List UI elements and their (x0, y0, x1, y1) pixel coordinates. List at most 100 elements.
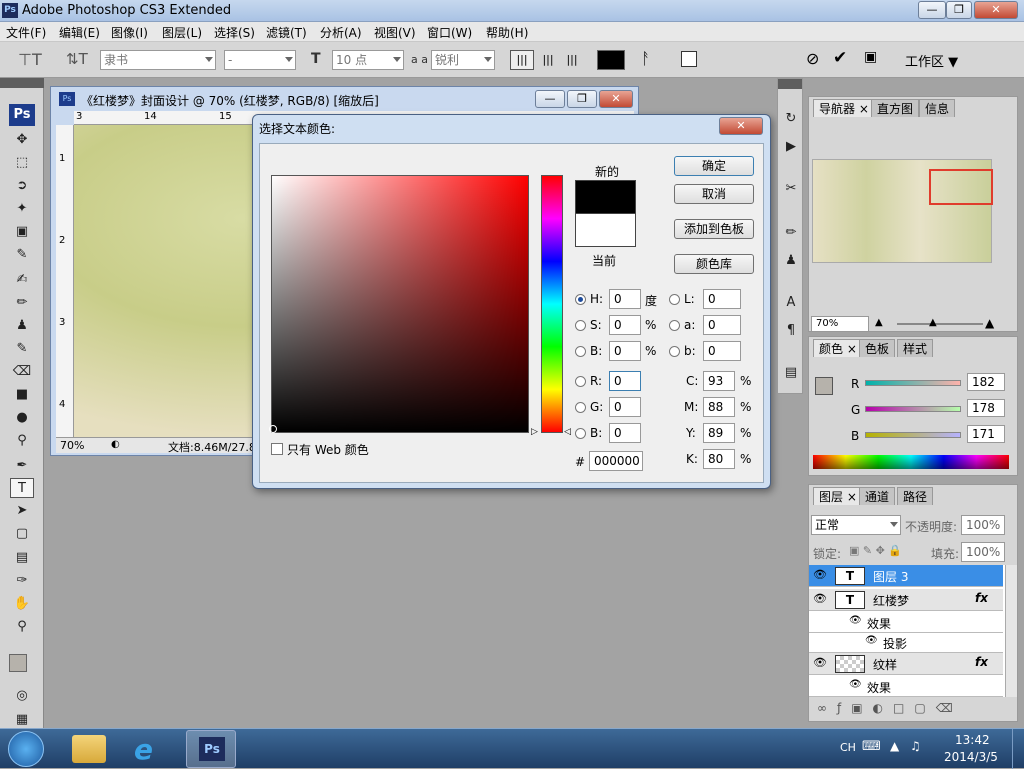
color-g-slider[interactable] (865, 406, 961, 412)
font-style-select[interactable]: - (224, 50, 296, 70)
tab-paths[interactable]: 路径 (897, 487, 934, 505)
brushes-panel-icon[interactable]: ✏ (779, 223, 803, 243)
doc-minimize-button[interactable]: — (535, 90, 565, 108)
document-zoom[interactable]: 70% (60, 439, 84, 452)
menu-edit[interactable]: 编辑(E) (59, 24, 100, 41)
lasso-tool-icon[interactable]: ➲ (10, 176, 34, 196)
lightness-field[interactable]: 0 (703, 289, 741, 309)
fill-field[interactable]: 100% (961, 542, 1005, 562)
navigator-view-box[interactable] (929, 169, 993, 205)
color-panel-foreground[interactable] (815, 377, 833, 395)
hand-tool-icon[interactable]: ✋ (10, 594, 34, 614)
layer-row[interactable]: 👁 T 图层 3 (809, 565, 1003, 587)
red-radio[interactable] (575, 376, 586, 387)
notes-tool-icon[interactable]: ▤ (10, 548, 34, 568)
restore-button[interactable]: ❐ (946, 1, 972, 19)
cancel-icon[interactable]: ⊘ (806, 49, 819, 68)
layer-fx-icon[interactable]: fx (975, 591, 988, 605)
layer-name[interactable]: 红楼梦 (873, 592, 909, 609)
layer-name[interactable]: 纹样 (873, 656, 897, 673)
red-field[interactable]: 0 (609, 371, 641, 391)
hex-field[interactable]: 000000 (589, 451, 643, 471)
a-channel-field[interactable]: 0 (703, 315, 741, 335)
saturation-radio[interactable] (575, 320, 586, 331)
eraser-tool-icon[interactable]: ⌫ (10, 362, 34, 382)
marquee-tool-icon[interactable]: ⬚ (10, 153, 34, 173)
antialias-select[interactable]: 锐利 (431, 50, 495, 70)
black-field[interactable]: 80 (703, 449, 735, 469)
font-size-select[interactable]: 10 点 (332, 50, 404, 70)
current-color-swatch[interactable] (575, 213, 636, 247)
effect-eye-icon[interactable]: 👁 (865, 635, 878, 646)
align-left-icon[interactable]: ||| (510, 50, 534, 70)
blue-field[interactable]: 0 (609, 423, 641, 443)
layer-effects-row[interactable]: 👁 效果 (809, 677, 1003, 697)
clock-date[interactable]: 2014/3/5 (944, 750, 998, 764)
status-info-icon[interactable]: ◐ (111, 439, 120, 450)
layer-fx-icon[interactable]: fx (975, 655, 988, 669)
layers-footer-icons[interactable]: ∞ƒ▣◐□▢⌫ (817, 701, 963, 715)
crop-tool-icon[interactable]: ▣ (10, 222, 34, 242)
lightness-radio[interactable] (669, 294, 680, 305)
history-brush-tool-icon[interactable]: ✎ (10, 339, 34, 359)
blur-tool-icon[interactable]: ● (10, 408, 34, 428)
layers-scrollbar[interactable] (1005, 565, 1017, 697)
menu-analysis[interactable]: 分析(A) (320, 24, 362, 41)
dock-strip-header[interactable] (778, 79, 802, 89)
tab-color[interactable]: 颜色 × (813, 339, 863, 357)
web-colors-only-checkbox[interactable] (271, 443, 283, 455)
zoom-slider-thumb[interactable]: ▲ (929, 317, 937, 328)
color-spectrum-ramp[interactable] (813, 455, 1009, 469)
tab-histogram[interactable]: 直方图 (871, 99, 920, 117)
text-orientation-icon[interactable]: ⇅T (66, 50, 88, 68)
green-field[interactable]: 0 (609, 397, 641, 417)
clone-source-icon[interactable]: ♟ (779, 251, 803, 271)
screen-mode-icon[interactable]: ▦ (10, 710, 34, 730)
blue-radio[interactable] (575, 428, 586, 439)
zoom-out-icon[interactable]: ▲ (875, 317, 883, 328)
font-family-select[interactable]: 隶书 (100, 50, 216, 70)
warp-text-icon[interactable]: ᚨ (641, 49, 651, 68)
navigator-zoom-field[interactable]: 70% (811, 316, 869, 332)
saturation-field[interactable]: 0 (609, 315, 641, 335)
explorer-taskbar-icon[interactable] (72, 735, 106, 763)
photoshop-taskbar-button[interactable]: Ps (186, 730, 236, 768)
effect-eye-icon[interactable]: 👁 (849, 615, 862, 626)
color-r-slider[interactable] (865, 380, 961, 386)
b-channel-radio[interactable] (669, 346, 680, 357)
toolbox-header[interactable] (0, 78, 44, 88)
type-tool-icon[interactable]: ⊤T (18, 50, 42, 69)
start-button[interactable] (8, 731, 44, 767)
foreground-color-swatch[interactable] (9, 654, 27, 672)
align-right-icon[interactable]: ||| (561, 50, 583, 70)
layer-comps-icon[interactable]: ▤ (779, 363, 803, 383)
doc-restore-button[interactable]: ❐ (567, 90, 597, 108)
color-b-field[interactable]: 171 (967, 425, 1005, 443)
align-center-icon[interactable]: ||| (537, 50, 559, 70)
text-color-swatch[interactable] (597, 50, 625, 70)
magic-wand-tool-icon[interactable]: ✦ (10, 199, 34, 219)
magenta-field[interactable]: 88 (703, 397, 735, 417)
menu-help[interactable]: 帮助(H) (486, 24, 528, 41)
menu-layer[interactable]: 图层(L) (162, 24, 202, 41)
hue-field[interactable]: 0 (609, 289, 641, 309)
tab-info[interactable]: 信息 (919, 99, 956, 117)
visibility-eye-icon[interactable]: 👁 (813, 656, 827, 669)
opacity-field[interactable]: 100% (961, 515, 1005, 535)
navigator-zoom-slider[interactable] (897, 323, 983, 325)
tab-styles[interactable]: 样式 (897, 339, 934, 357)
menu-select[interactable]: 选择(S) (214, 24, 255, 41)
tab-channels[interactable]: 通道 (859, 487, 896, 505)
brightness-radio[interactable] (575, 346, 586, 357)
healing-brush-tool-icon[interactable]: ✍ (10, 270, 34, 290)
hue-slider-right-arrow[interactable]: ◁ (564, 427, 571, 437)
visibility-eye-icon[interactable]: 👁 (813, 592, 827, 605)
hue-slider[interactable] (541, 175, 563, 433)
gradient-tool-icon[interactable]: ■ (10, 385, 34, 405)
color-field[interactable] (271, 175, 529, 433)
cyan-field[interactable]: 93 (703, 371, 735, 391)
palettes-icon[interactable] (681, 51, 697, 67)
input-language[interactable]: CH (840, 741, 856, 754)
color-b-slider[interactable] (865, 432, 961, 438)
eyedropper-tool-icon[interactable]: ✑ (10, 571, 34, 591)
